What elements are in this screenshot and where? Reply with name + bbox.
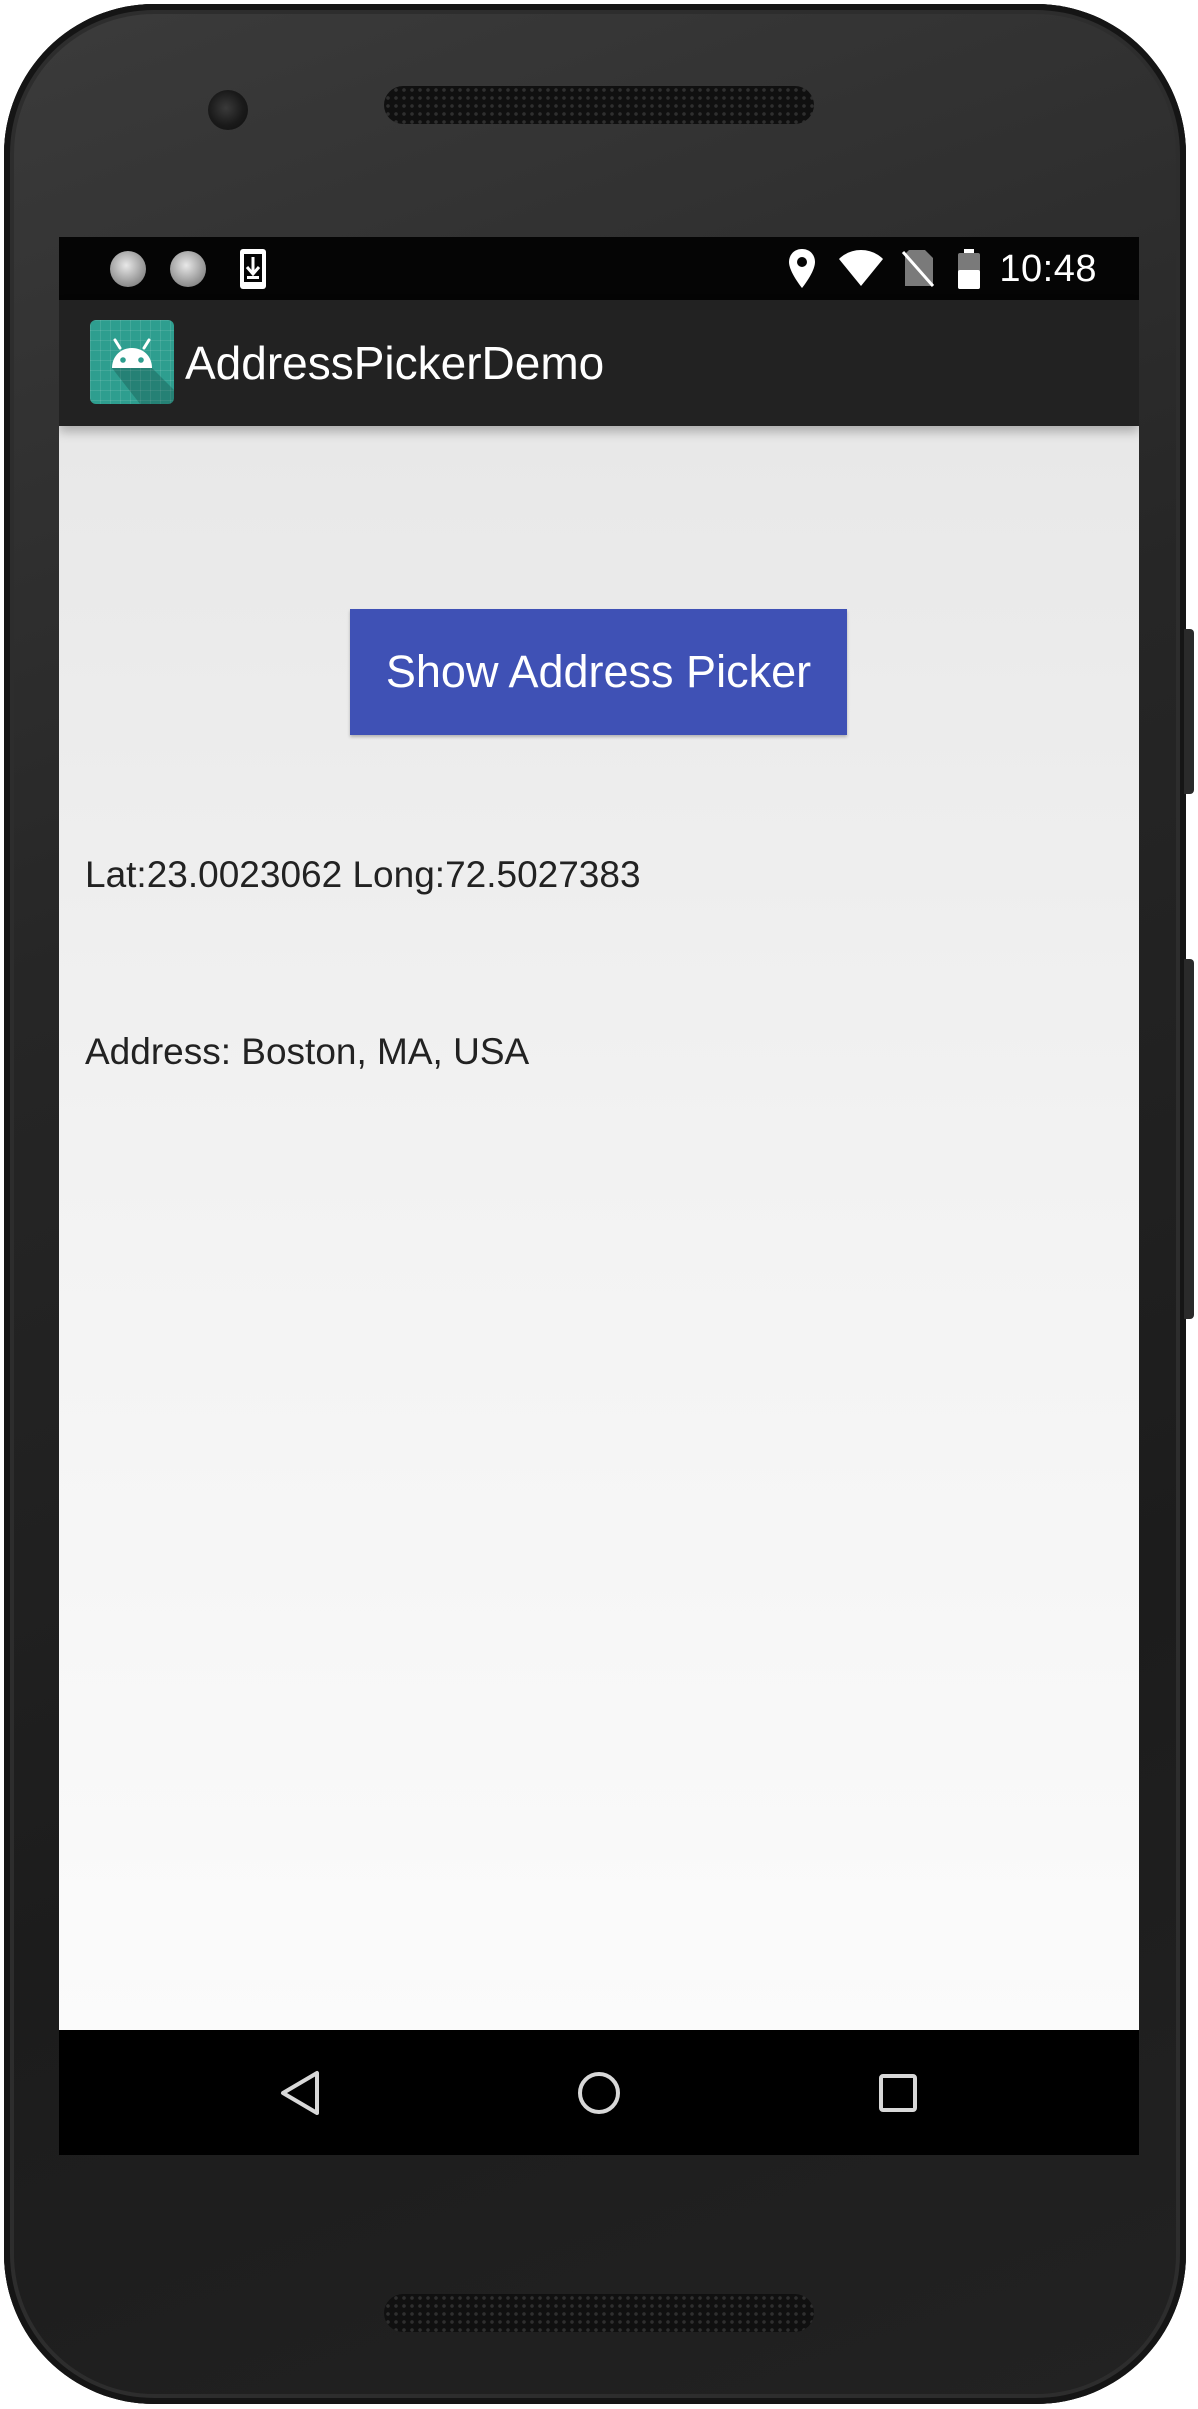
clock: 10:48: [999, 248, 1097, 290]
device-screen: 10:48 AddressPickerDemo Show Address Pic…: [59, 237, 1139, 2155]
phone-frame: 10:48 AddressPickerDemo Show Address Pic…: [4, 4, 1194, 2404]
wifi-icon: [839, 250, 883, 286]
sync-icon: [110, 251, 146, 287]
coordinates-text: Lat:23.0023062 Long:72.5027383: [85, 854, 641, 895]
app-title: AddressPickerDemo: [185, 337, 605, 389]
status-bar: 10:48: [59, 237, 1139, 300]
back-icon[interactable]: [265, 2058, 335, 2128]
front-camera: [208, 90, 248, 130]
recent-apps-icon[interactable]: [863, 2058, 933, 2128]
earpiece-speaker: [384, 86, 814, 124]
android-robot-icon: [112, 338, 174, 404]
bottom-speaker: [384, 2294, 814, 2332]
power-button[interactable]: [1184, 629, 1194, 794]
navigation-bar: [59, 2030, 1139, 2155]
home-icon[interactable]: [564, 2058, 634, 2128]
app-bar: AddressPickerDemo: [59, 300, 1139, 426]
address-text: Address: Boston, MA, USA: [85, 1031, 530, 1072]
android-app-icon: [90, 320, 174, 404]
sync-icon: [170, 251, 206, 287]
download-icon: [240, 249, 266, 289]
show-address-picker-button[interactable]: Show Address Picker: [350, 609, 847, 735]
volume-rocker[interactable]: [1184, 959, 1194, 1319]
main-content: Show Address Picker Lat:23.0023062 Long:…: [59, 426, 1139, 2030]
battery-icon: [958, 249, 980, 289]
no-sim-icon: [901, 250, 935, 287]
location-pin-icon: [789, 249, 815, 288]
